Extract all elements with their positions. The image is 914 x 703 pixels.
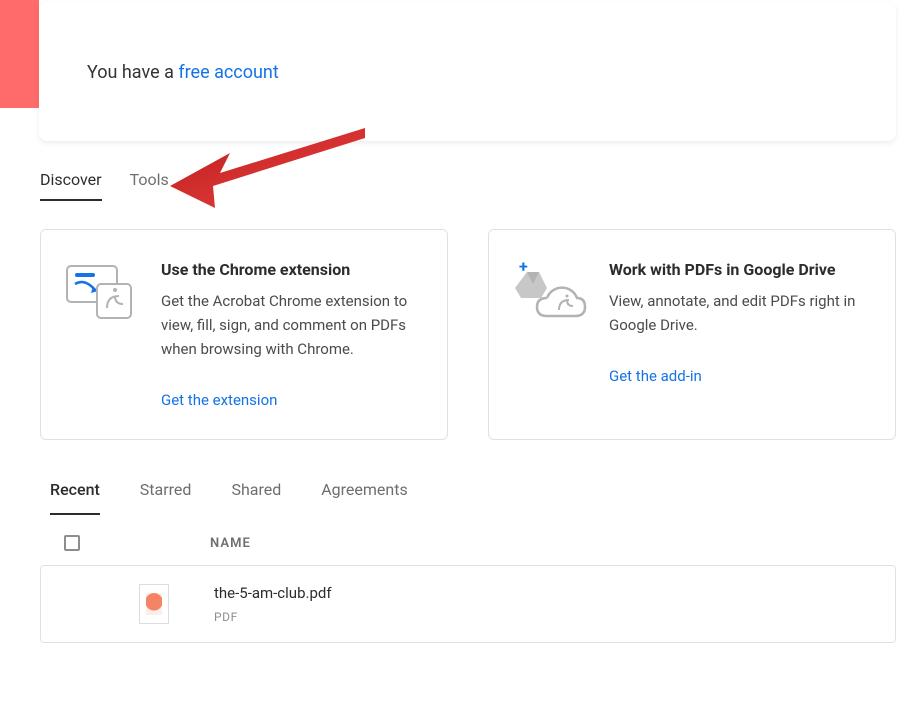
file-table-header: NAME — [40, 515, 896, 565]
name-column-header[interactable]: NAME — [210, 536, 251, 551]
tab-starred[interactable]: Starred — [140, 480, 192, 515]
banner-prefix: You have a — [87, 62, 178, 83]
main-content: Discover Tools Use the Chrome extension … — [40, 170, 896, 643]
tab-tools[interactable]: Tools — [130, 170, 169, 201]
tab-shared[interactable]: Shared — [231, 480, 281, 515]
google-drive-pdf-icon: + — [513, 260, 587, 320]
get-addin-link[interactable]: Get the add-in — [609, 367, 867, 385]
top-tabs: Discover Tools — [40, 170, 896, 201]
free-account-link[interactable]: free account — [178, 62, 278, 83]
promo-title: Use the Chrome extension — [161, 260, 419, 279]
tab-agreements[interactable]: Agreements — [321, 480, 408, 515]
banner-text: You have a free account — [87, 62, 279, 83]
promo-card-chrome: Use the Chrome extension Get the Acrobat… — [40, 229, 448, 440]
select-all-checkbox[interactable] — [64, 535, 80, 551]
chrome-extension-icon — [65, 260, 139, 320]
get-extension-link[interactable]: Get the extension — [161, 391, 419, 409]
brand-accent-strip — [0, 0, 39, 108]
file-type-label: PDF — [214, 610, 895, 624]
promo-description: Get the Acrobat Chrome extension to view… — [161, 289, 419, 361]
promo-cards-row: Use the Chrome extension Get the Acrobat… — [40, 229, 896, 440]
tab-discover[interactable]: Discover — [40, 170, 102, 201]
promo-description: View, annotate, and edit PDFs right in G… — [609, 289, 867, 337]
account-banner: You have a free account — [39, 2, 896, 141]
promo-card-gdrive: + Work with PDFs in Google Drive View, a… — [488, 229, 896, 440]
file-thumbnail-icon — [139, 584, 169, 624]
file-name: the-5-am-club.pdf — [214, 584, 895, 602]
file-row[interactable]: the-5-am-club.pdf PDF — [40, 565, 896, 643]
file-tabs: Recent Starred Shared Agreements — [50, 480, 896, 515]
tab-recent[interactable]: Recent — [50, 480, 100, 515]
promo-title: Work with PDFs in Google Drive — [609, 260, 867, 279]
